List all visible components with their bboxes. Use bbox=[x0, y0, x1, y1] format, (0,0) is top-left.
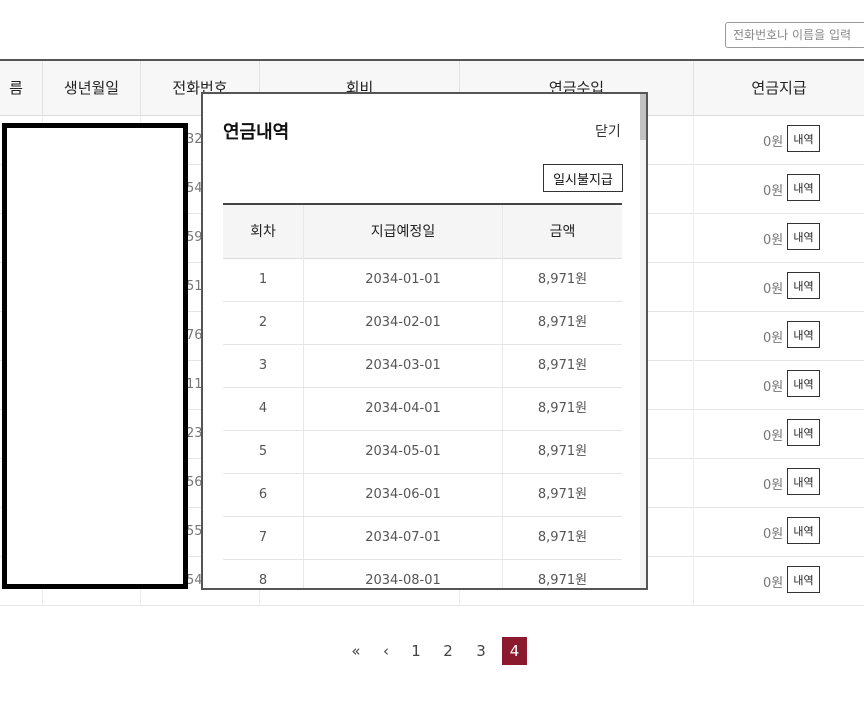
detail-button[interactable]: 내역 bbox=[787, 272, 820, 299]
schedule-header: 회차 지급예정일 금액 bbox=[223, 203, 622, 259]
pension-payment-amount: 0원 bbox=[763, 527, 784, 542]
schedule-row: 5 2034-05-01 8,971원 bbox=[223, 431, 622, 474]
schedule-row: 4 2034-04-01 8,971원 bbox=[223, 388, 622, 431]
schedule-row: 7 2034-07-01 8,971원 bbox=[223, 517, 622, 560]
detail-button[interactable]: 내역 bbox=[787, 468, 820, 495]
amount-cell: 8,971원 bbox=[537, 272, 588, 287]
pension-payment-amount: 0원 bbox=[763, 429, 784, 444]
close-button[interactable]: 닫기 bbox=[595, 121, 621, 141]
header-birthdate: 생년월일 bbox=[43, 61, 141, 116]
pension-payment-amount: 0원 bbox=[763, 331, 784, 346]
detail-button[interactable]: 내역 bbox=[787, 174, 820, 201]
pension-payment-amount: 0원 bbox=[763, 380, 784, 395]
modal-title: 연금내역 bbox=[223, 122, 290, 143]
schedule-row: 2 2034-02-01 8,971원 bbox=[223, 302, 622, 345]
detail-button[interactable]: 내역 bbox=[787, 321, 820, 348]
page-2[interactable]: 2 bbox=[440, 637, 456, 665]
modal-scrollbar-thumb[interactable] bbox=[640, 94, 646, 140]
date-cell: 2034-06-01 bbox=[303, 474, 503, 516]
header-amount: 금액 bbox=[549, 224, 576, 240]
page-4-active[interactable]: 4 bbox=[502, 637, 527, 665]
page-1[interactable]: 1 bbox=[408, 637, 424, 665]
round-cell: 2 bbox=[258, 315, 268, 330]
round-cell: 3 bbox=[258, 358, 268, 373]
detail-button[interactable]: 내역 bbox=[787, 517, 820, 544]
header-pension-payment: 연금지급 bbox=[751, 79, 807, 97]
date-cell: 2034-04-01 bbox=[303, 388, 503, 430]
detail-button[interactable]: 내역 bbox=[787, 566, 820, 593]
header-name: 름 bbox=[0, 61, 43, 116]
round-cell: 8 bbox=[258, 573, 268, 588]
date-cell: 2034-01-01 bbox=[303, 259, 503, 301]
amount-cell: 8,971원 bbox=[537, 530, 588, 545]
search-input[interactable] bbox=[725, 22, 864, 48]
amount-cell: 8,971원 bbox=[537, 358, 588, 373]
schedule-row: 1 2034-01-01 8,971원 bbox=[223, 259, 622, 302]
modal-scrollbar[interactable] bbox=[640, 94, 646, 588]
date-cell: 2034-02-01 bbox=[303, 302, 503, 344]
redaction-box bbox=[2, 123, 188, 589]
pension-payment-amount: 0원 bbox=[763, 135, 784, 150]
schedule-row: 8 2034-08-01 8,971원 bbox=[223, 560, 622, 588]
amount-cell: 8,971원 bbox=[537, 401, 588, 416]
amount-cell: 8,971원 bbox=[537, 573, 588, 588]
pension-history-modal: 연금내역 닫기 일시불지급 회차 지급예정일 금액 1 2034-01-01 8,9… bbox=[201, 92, 648, 590]
round-cell: 6 bbox=[258, 487, 268, 502]
pension-payment-amount: 0원 bbox=[763, 184, 784, 199]
amount-cell: 8,971원 bbox=[537, 487, 588, 502]
round-cell: 7 bbox=[258, 530, 268, 545]
header-round: 회차 bbox=[250, 224, 276, 240]
amount-cell: 8,971원 bbox=[537, 444, 588, 459]
pension-payment-amount: 0원 bbox=[763, 478, 784, 493]
date-cell: 2034-07-01 bbox=[303, 517, 503, 559]
detail-button[interactable]: 내역 bbox=[787, 223, 820, 250]
lump-sum-payment-button[interactable]: 일시불지급 bbox=[543, 164, 623, 192]
date-cell: 2034-03-01 bbox=[303, 345, 503, 387]
date-cell: 2034-05-01 bbox=[303, 431, 503, 473]
round-cell: 1 bbox=[258, 272, 268, 287]
date-cell: 2034-08-01 bbox=[303, 560, 503, 588]
prev-page-button[interactable]: ‹ bbox=[378, 637, 394, 665]
pension-payment-amount: 0원 bbox=[763, 282, 784, 297]
page-3[interactable]: 3 bbox=[473, 637, 489, 665]
pension-payment-amount: 0원 bbox=[763, 576, 784, 591]
detail-button[interactable]: 내역 bbox=[787, 125, 820, 152]
detail-button[interactable]: 내역 bbox=[787, 419, 820, 446]
pension-payment-amount: 0원 bbox=[763, 233, 784, 248]
amount-cell: 8,971원 bbox=[537, 315, 588, 330]
detail-button[interactable]: 내역 bbox=[787, 370, 820, 397]
header-scheduled-date: 지급예정일 bbox=[303, 205, 503, 259]
schedule-row: 6 2034-06-01 8,971원 bbox=[223, 474, 622, 517]
round-cell: 5 bbox=[258, 444, 268, 459]
first-page-button[interactable]: « bbox=[348, 637, 364, 665]
schedule-row: 3 2034-03-01 8,971원 bbox=[223, 345, 622, 388]
round-cell: 4 bbox=[258, 401, 268, 416]
